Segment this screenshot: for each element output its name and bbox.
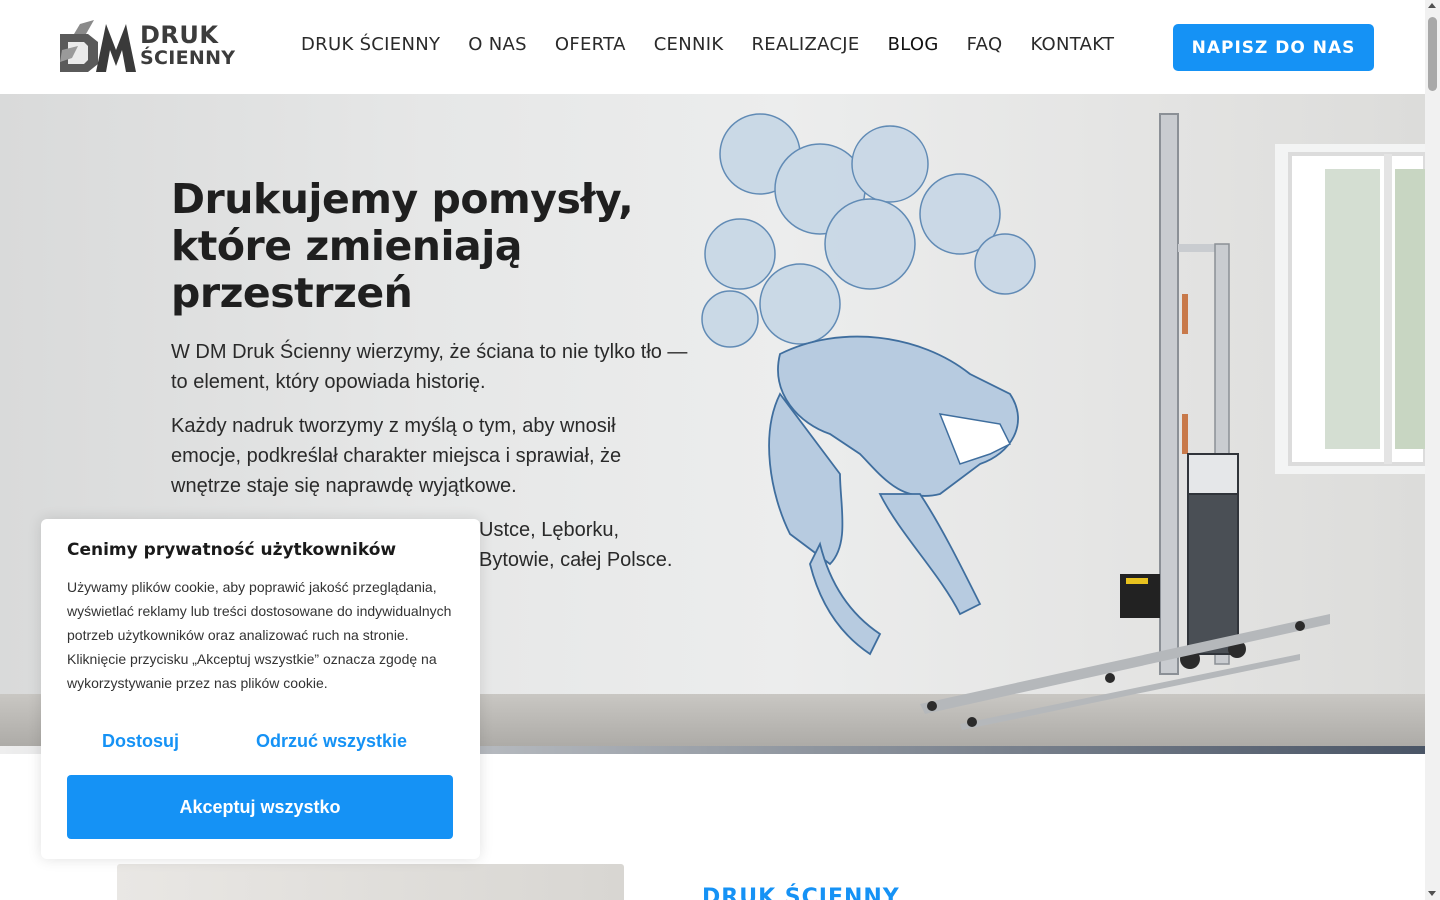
logo-line-2: ŚCIENNY (140, 47, 236, 69)
cookie-accept-button[interactable]: Akceptuj wszystko (67, 775, 453, 839)
hero-title: Drukujemy pomysły, które zmieniają przes… (171, 175, 634, 317)
nav-o-nas[interactable]: O NAS (468, 32, 527, 58)
logo-wordmark: DRUK ŚCIENNY (140, 21, 236, 70)
site-logo[interactable]: DRUK ŚCIENNY (60, 18, 240, 76)
hero-paragraph-1: W DM Druk Ścienny wierzymy, że ściana to… (171, 341, 688, 393)
nav-faq[interactable]: FAQ (967, 32, 1003, 58)
scroll-thumb[interactable] (1428, 17, 1437, 91)
section-image (117, 864, 624, 900)
cookie-consent-dialog: Cenimy prywatność użytkowników Używamy p… (41, 519, 480, 859)
nav-kontakt[interactable]: KONTAKT (1030, 32, 1114, 58)
hero-paragraph-3-text: Ustce, Lęborku, Bytowie, całej Polsce. (479, 519, 673, 571)
cookie-text: Używamy plików cookie, aby poprawić jako… (67, 579, 452, 691)
hero-paragraph-2: Każdy nadruk tworzymy z myślą o tym, aby… (171, 415, 622, 497)
nav-blog[interactable]: BLOG (888, 32, 939, 58)
cookie-title: Cenimy prywatność użytkowników (67, 540, 397, 560)
nav-oferta[interactable]: OFERTA (555, 32, 626, 58)
contact-cta-button[interactable]: NAPISZ DO NAS (1173, 24, 1374, 71)
nav-cennik[interactable]: CENNIK (654, 32, 724, 58)
nav-druk-scienny[interactable]: DRUK ŚCIENNY (301, 32, 440, 58)
scroll-up-icon[interactable] (1428, 3, 1436, 8)
logo-mark-icon (60, 20, 136, 72)
section-label: DRUK ŚCIENNY (702, 885, 900, 900)
cookie-customize-button[interactable]: Dostosuj (102, 731, 179, 752)
main-nav: DRUK ŚCIENNY O NAS OFERTA CENNIK REALIZA… (287, 32, 1128, 58)
page-scrollbar[interactable] (1425, 0, 1440, 900)
logo-line-1: DRUK (140, 21, 219, 49)
cookie-reject-button[interactable]: Odrzuć wszystkie (256, 731, 407, 752)
site-header: DRUK ŚCIENNY DRUK ŚCIENNY O NAS OFERTA C… (0, 0, 1425, 94)
scroll-down-icon[interactable] (1428, 891, 1436, 896)
nav-realizacje[interactable]: REALIZACJE (751, 32, 859, 58)
